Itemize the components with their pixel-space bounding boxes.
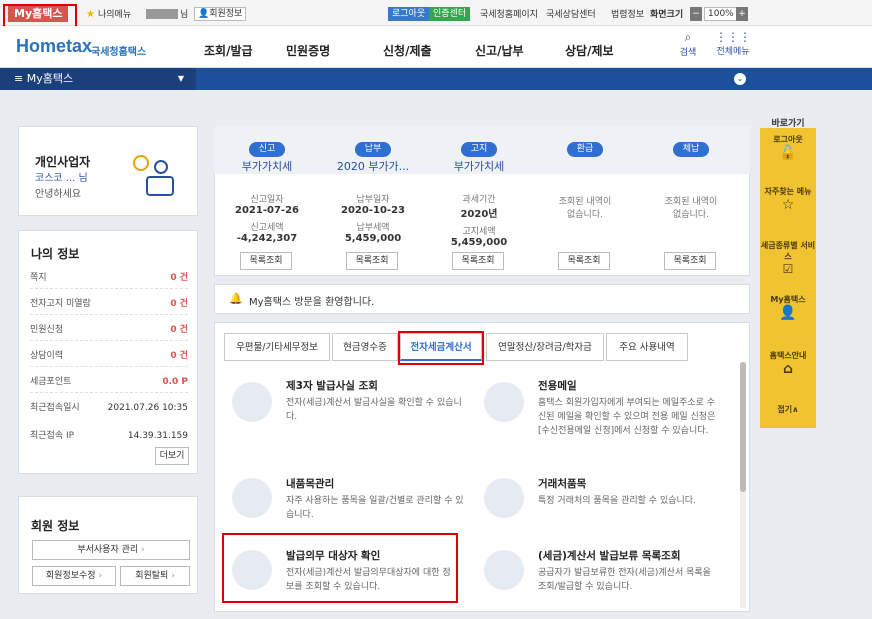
mail-user-icon xyxy=(484,382,524,422)
gnb-menu-inquiry[interactable]: 조회/발급 xyxy=(204,42,253,59)
member-info-title: 회원 정보 xyxy=(31,519,80,533)
member-withdraw-button[interactable]: 회원탈퇴 › xyxy=(120,566,190,586)
member-edit-button[interactable]: 회원정보수정 › xyxy=(32,566,116,586)
profile-type: 개인사업자 xyxy=(35,155,91,169)
caret-down-icon: ▼ xyxy=(177,74,184,83)
search-icon: ⌕ xyxy=(684,30,692,44)
lock-icon: 🔓 xyxy=(779,145,797,161)
notice-bar: 🔔 My홈택스 방문을 환영합니다. xyxy=(214,284,750,314)
info-row-message[interactable]: 쪽지 0 건 xyxy=(30,267,188,289)
chevron-right-icon: › xyxy=(98,571,103,581)
grid-icon: ⋮⋮⋮ xyxy=(715,30,751,44)
quick-my-hometax[interactable]: My홈택스 👤 xyxy=(760,294,816,321)
zoom-out-button[interactable]: − xyxy=(690,7,702,21)
my-info-title: 나의 정보 xyxy=(31,247,80,261)
gnb-menu-filing[interactable]: 신고/납부 xyxy=(475,42,524,59)
hamburger-icon: ≡ xyxy=(14,72,24,85)
calendar-coin-icon xyxy=(232,478,272,518)
certificate-center-button[interactable]: 인증센터 xyxy=(429,7,471,21)
all-menu-button[interactable]: ⋮⋮⋮ 전체메뉴 xyxy=(710,30,756,57)
bell-icon: 🔔 xyxy=(229,292,243,305)
person-computer-icon xyxy=(133,155,174,196)
nav-expand-icon[interactable]: ⌄ xyxy=(734,73,746,85)
list-button-refund[interactable]: 목록조회 xyxy=(558,252,610,270)
link-law-info[interactable]: 법령정보 xyxy=(611,8,644,22)
masked-username xyxy=(146,9,178,19)
sub-user-manage-button[interactable]: 부서사용자 관리 › xyxy=(32,540,190,560)
info-row-consult-history[interactable]: 상담이력 0 건 xyxy=(30,345,188,367)
tab-postal-info[interactable]: 우편물/기타세무정보 xyxy=(224,333,330,361)
user-suffix: 님 xyxy=(180,10,189,20)
info-row-last-ip: 최근접속 IP 14.39.31.159 xyxy=(30,431,188,441)
search-button[interactable]: ⌕ 검색 xyxy=(672,30,704,58)
list-button-payment[interactable]: 목록조회 xyxy=(346,252,398,270)
info-row-e-notice[interactable]: 전자고지 미열람 0 건 xyxy=(30,293,188,315)
check-box-icon: ☑ xyxy=(782,262,794,276)
list-button-notice[interactable]: 목록조회 xyxy=(452,252,504,270)
logout-button[interactable]: 로그아웃 xyxy=(388,7,430,21)
info-row-tax-point[interactable]: 세금포인트 0.0 P xyxy=(30,371,188,393)
badge-notice: 고지 xyxy=(461,142,497,157)
gnb-menu-application[interactable]: 신청/제출 xyxy=(383,42,432,59)
member-info-button[interactable]: 👤회원정보 xyxy=(194,7,247,21)
document-list-icon xyxy=(484,550,524,590)
service-partner-items[interactable]: 거래처품목 특정 거래처의 품목을 관리할 수 있습니다. xyxy=(480,476,738,536)
star-outline-icon: ☆ xyxy=(781,197,795,213)
my-menu-link[interactable]: 나의메뉴 xyxy=(98,8,131,22)
zoom-in-button[interactable]: + xyxy=(736,7,748,21)
screen-size-label: 화면크기 xyxy=(650,10,684,20)
info-row-last-login: 최근접속일시 2021.07.26 10:35 xyxy=(30,403,188,413)
profile-name: 코스코 ... 님 xyxy=(35,173,88,184)
star-icon: ★ xyxy=(86,9,95,20)
badge-arrears: 체납 xyxy=(673,142,709,157)
tab-usage-history[interactable]: 주요 사용내역 xyxy=(606,333,688,361)
building-list-icon xyxy=(484,478,524,518)
quick-hometax-guide[interactable]: 홈택스안내 ⌂ xyxy=(760,350,816,377)
profile-card: 개인사업자 코스코 ... 님 안녕하세요 xyxy=(18,126,198,216)
service-my-items[interactable]: 내품목관리 자주 사용하는 품목을 일괄/건별로 관리할 수 있습니다. xyxy=(228,476,468,536)
service-hold-list[interactable]: (세금)계산서 발급보류 목록조회 공급자가 발급보류한 전자(세금)계산서 목… xyxy=(480,546,738,598)
more-button[interactable]: 더보기 xyxy=(155,447,189,465)
quick-bar-collapse[interactable]: 접기∧ xyxy=(760,404,816,415)
chevron-right-icon: › xyxy=(141,545,145,555)
tab-cash-receipt[interactable]: 현금영수증 xyxy=(332,333,398,361)
quick-logout[interactable]: 로그아웃 🔓 xyxy=(760,134,816,161)
highlight-box-obligation-check xyxy=(222,533,458,603)
badge-filing: 신고 xyxy=(249,142,285,157)
list-button-arrears[interactable]: 목록조회 xyxy=(664,252,716,270)
badge-payment: 납부 xyxy=(355,142,391,157)
list-button-filing[interactable]: 목록조회 xyxy=(240,252,292,270)
notice-text: My홈택스 방문을 환영합니다. xyxy=(249,297,375,308)
info-row-petition[interactable]: 민원신청 0 건 xyxy=(30,319,188,341)
scrollbar-thumb[interactable] xyxy=(740,362,746,492)
home-icon: ⌂ xyxy=(782,361,794,377)
quick-favorite-menu[interactable]: 자주찾는 메뉴 ☆ xyxy=(760,186,816,213)
document-search-icon xyxy=(232,382,272,422)
user-icon: 👤 xyxy=(198,9,210,19)
user-icon: 👤 xyxy=(779,305,797,321)
highlight-box-e-tax-invoice xyxy=(398,331,484,365)
service-dedicated-mail[interactable]: 전용메일 홈택스 회원가입자에게 부여되는 메일주소로 수신된 메일을 확인할 … xyxy=(480,378,738,468)
chevron-right-icon: › xyxy=(171,571,175,581)
hometax-logo-sub: 국세청홈택스 xyxy=(91,47,147,58)
link-nts-home[interactable]: 국세청홈페이지 xyxy=(480,8,538,22)
zoom-level: 100% xyxy=(704,7,738,21)
badge-refund: 환급 xyxy=(567,142,603,157)
profile-greeting: 안녕하세요 xyxy=(35,189,81,200)
tab-year-end[interactable]: 연말정산/장려금/학자금 xyxy=(486,333,604,361)
link-nts-consult[interactable]: 국세상담센터 xyxy=(546,8,596,22)
quick-tax-service[interactable]: 세금종류별 서비스 ☑ xyxy=(760,240,816,276)
my-hometax-dropdown[interactable]: ≡ My홈택스 ▼ xyxy=(0,68,196,90)
gnb-menu-certificate[interactable]: 민원증명 xyxy=(286,42,330,59)
service-third-party-check[interactable]: 제3자 발급사실 조회 전자(세금)계산서 발급사실을 확인할 수 있습니다. xyxy=(228,378,468,448)
gnb-menu-consult[interactable]: 상담/제보 xyxy=(565,42,614,59)
quick-bar: 로그아웃 🔓 자주찾는 메뉴 ☆ 세금종류별 서비스 ☑ My홈택스 👤 홈택스안내 ⌂ … xyxy=(760,128,816,428)
hometax-logo[interactable]: Hometax xyxy=(16,36,92,57)
